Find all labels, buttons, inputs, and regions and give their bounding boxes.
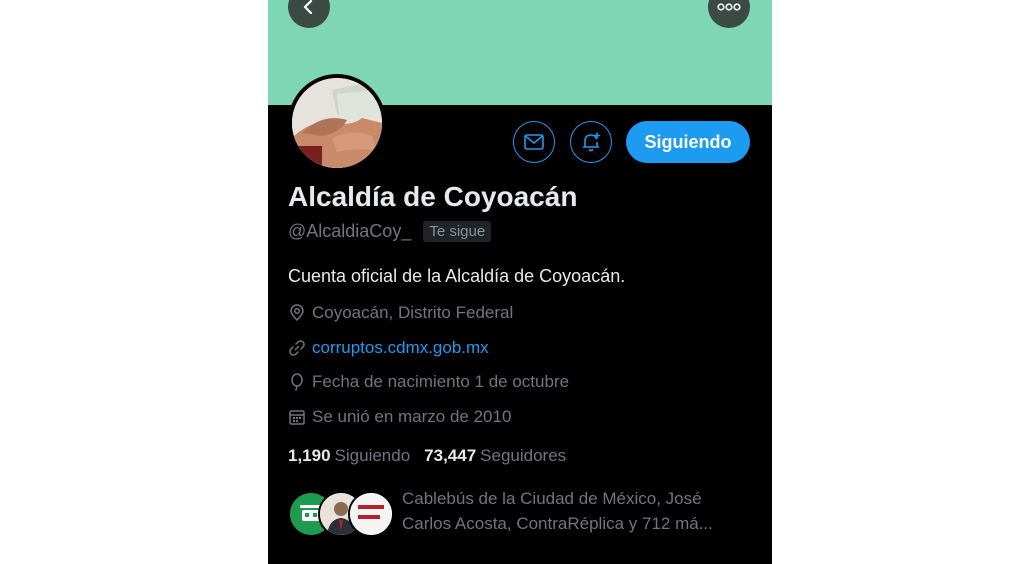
follows-you-badge: Te sigue (423, 221, 492, 242)
location-text: Coyoacán, Distrito Federal (312, 303, 514, 322)
following-button[interactable]: Siguiendo (626, 121, 750, 163)
location-row: Coyoacán, Distrito Federal (288, 303, 513, 323)
website-link[interactable]: corruptos.cdmx.gob.mx (312, 338, 489, 358)
mutual-followers-text: Cablebús de la Ciudad de México, José Ca… (402, 486, 742, 536)
profile-avatar[interactable] (288, 74, 386, 172)
contrareplica-logo-icon (350, 493, 392, 535)
notifications-button[interactable] (570, 121, 612, 163)
envelope-icon (524, 134, 544, 150)
following-count: 1,190 (288, 446, 331, 465)
following-count-link[interactable]: 1,190 Siguiendo (288, 446, 410, 466)
profile-screen: Siguiendo Alcaldía de Coyoacán @Alcaldia… (268, 0, 772, 564)
ellipsis-icon (717, 3, 741, 11)
joined-row: Se unió en marzo de 2010 (288, 407, 511, 427)
message-button[interactable] (513, 121, 555, 163)
birthday-text: Fecha de nacimiento 1 de octubre (312, 372, 570, 391)
profile-handle: @AlcaldiaCoy_ (288, 221, 412, 241)
followers-you-know[interactable]: Cablebús de la Ciudad de México, José Ca… (288, 486, 742, 537)
mutual-followers-line2: Carlos Acosta, ContraRéplica y 712 má... (402, 514, 713, 533)
mutual-avatars (288, 491, 394, 537)
calendar-icon (289, 410, 305, 425)
website-row: corruptos.cdmx.gob.mx (288, 338, 489, 358)
following-label: Siguiendo (334, 446, 411, 465)
followers-count: 73,447 (424, 446, 477, 465)
birthday-row: Fecha de nacimiento 1 de octubre (288, 372, 569, 392)
handshake-money-image (292, 78, 382, 168)
bell-plus-icon (582, 132, 601, 152)
follow-counts: 1,190 Siguiendo 73,447 Seguidores (288, 446, 566, 466)
followers-count-link[interactable]: 73,447 Seguidores (424, 446, 566, 466)
mutual-avatar (348, 491, 394, 537)
followers-label: Seguidores (480, 446, 567, 465)
handle-row: @AlcaldiaCoy_ Te sigue (288, 221, 492, 242)
mutual-followers-line1: Cablebús de la Ciudad de México, José (402, 489, 702, 508)
link-icon (289, 340, 305, 356)
profile-name: Alcaldía de Coyoacán (288, 181, 578, 212)
chevron-left-icon (303, 0, 313, 15)
location-pin-icon (290, 304, 304, 322)
balloon-icon (291, 373, 303, 391)
joined-text: Se unió en marzo de 2010 (312, 407, 512, 426)
profile-bio: Cuenta oficial de la Alcaldía de Coyoacá… (288, 266, 626, 286)
